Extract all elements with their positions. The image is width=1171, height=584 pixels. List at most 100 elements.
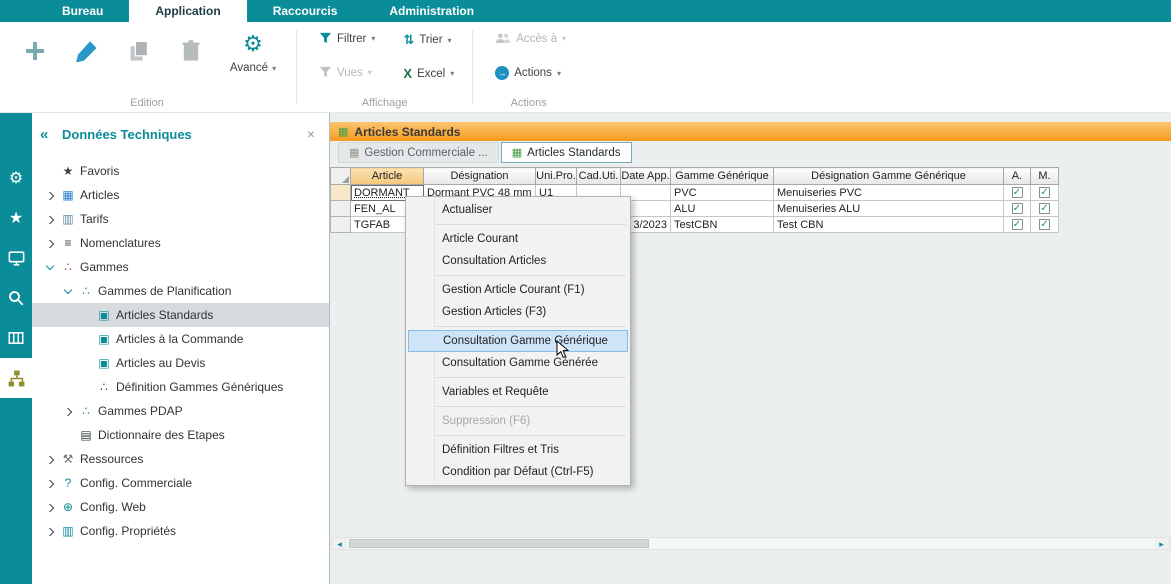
chevron-collapsed-icon[interactable] <box>42 188 58 202</box>
column-header-m-[interactable]: M. <box>1031 168 1059 185</box>
table-cell[interactable]: TestCBN <box>671 217 774 233</box>
nav-item[interactable]: ∴Gammes de Planification <box>32 279 329 303</box>
nav-item[interactable]: ∴Définition Gammes Génériques <box>32 375 329 399</box>
nav-item[interactable]: ≡Nomenclatures <box>32 231 329 255</box>
select-all-corner[interactable] <box>331 168 351 185</box>
checkbox-cell[interactable]: ✓ <box>1031 185 1059 201</box>
context-menu-item[interactable]: Article Courant <box>406 228 630 250</box>
nav-item[interactable]: ▥Tarifs <box>32 207 329 231</box>
column-header-uni-pro-[interactable]: Uni.Pro. <box>536 168 577 185</box>
star-icon: ★ <box>9 208 23 228</box>
nav-item[interactable]: ▣Articles Standards <box>32 303 329 327</box>
row-selector[interactable] <box>331 201 351 217</box>
context-menu-item[interactable]: Consultation Gamme Générée <box>406 352 630 374</box>
menu-tab-administration[interactable]: Administration <box>363 0 500 22</box>
chevron-collapsed-icon[interactable] <box>42 212 58 226</box>
context-menu-item[interactable]: Actualiser <box>406 199 630 221</box>
nav-item-label: Tarifs <box>80 212 109 226</box>
nav-item[interactable]: ∴Gammes <box>32 255 329 279</box>
scroll-right-icon[interactable]: ▸ <box>1154 538 1169 549</box>
table-cell[interactable]: ALU <box>671 201 774 217</box>
chevron-collapsed-icon[interactable] <box>42 236 58 250</box>
checkbox-cell[interactable]: ✓ <box>1031 217 1059 233</box>
scroll-left-icon[interactable]: ◂ <box>332 538 347 549</box>
collapse-panel-icon[interactable]: « <box>40 126 62 143</box>
sidebar-icon-columns[interactable] <box>0 318 32 358</box>
checkbox-icon[interactable]: ✓ <box>1039 219 1050 230</box>
close-panel-icon[interactable]: × <box>307 126 315 142</box>
context-menu-item[interactable]: Condition par Défaut (Ctrl-F5) <box>406 461 630 483</box>
table-cell[interactable]: Menuiseries ALU <box>774 201 1004 217</box>
context-menu-item[interactable]: Consultation Articles <box>406 250 630 272</box>
checkbox-icon[interactable]: ✓ <box>1039 203 1050 214</box>
nav-item[interactable]: ★Favoris <box>32 159 329 183</box>
checkbox-cell[interactable]: ✓ <box>1031 201 1059 217</box>
scrollbar-track[interactable] <box>651 538 1154 549</box>
checkbox-icon[interactable]: ✓ <box>1012 187 1023 198</box>
context-menu-item[interactable]: Gestion Article Courant (F1) <box>406 279 630 301</box>
context-menu-item[interactable]: Variables et Requête <box>406 381 630 403</box>
horizontal-scrollbar[interactable]: ◂ ▸ <box>331 537 1170 550</box>
column-header-gamme-g-n-rique[interactable]: Gamme Générique <box>671 168 774 185</box>
chevron-collapsed-icon[interactable] <box>60 404 76 418</box>
table-cell[interactable]: Test CBN <box>774 217 1004 233</box>
actions-button[interactable]: → Actions ▾ <box>489 66 572 80</box>
table-cell[interactable]: PVC <box>671 185 774 201</box>
menu-tab-bureau[interactable]: Bureau <box>36 0 129 22</box>
column-header-a-[interactable]: A. <box>1004 168 1031 185</box>
nav-item[interactable]: ▣Articles à la Commande <box>32 327 329 351</box>
delete-button <box>170 30 212 72</box>
chevron-expanded-icon[interactable] <box>42 260 58 274</box>
column-header-d-signation-gamme-g-n-rique[interactable]: Désignation Gamme Générique <box>774 168 1004 185</box>
edit-button[interactable] <box>66 30 108 72</box>
context-menu-item[interactable]: Gestion Articles (F3) <box>406 301 630 323</box>
excel-button[interactable]: X Excel ▾ <box>397 66 460 81</box>
column-header-article[interactable]: Article <box>351 168 424 185</box>
sidebar-icon-search[interactable] <box>0 278 32 318</box>
advanced-button[interactable]: ⚙ Avancé ▾ <box>222 30 284 74</box>
menu-tab-application[interactable]: Application <box>129 0 246 22</box>
row-selector[interactable] <box>331 185 351 201</box>
sidebar-icon-settings[interactable]: ⚙ <box>0 158 32 198</box>
doc-tab[interactable]: ▦Articles Standards <box>501 142 632 163</box>
nav-item[interactable]: ▣Articles au Devis <box>32 351 329 375</box>
menubar-tabs: BureauApplicationRaccourcisAdministratio… <box>36 0 500 22</box>
checkbox-icon[interactable]: ✓ <box>1012 219 1023 230</box>
ribbon-group-affichage: Filtrer ▾ ⇅ Trier ▾ Vues ▾ X Excel ▾ <box>299 22 470 112</box>
nav-item[interactable]: ?Config. Commerciale <box>32 471 329 495</box>
sort-button[interactable]: ⇅ Trier ▾ <box>397 32 460 48</box>
add-button[interactable] <box>14 30 56 72</box>
nav-item[interactable]: ▦Articles <box>32 183 329 207</box>
column-header-date-app-[interactable]: Date App. <box>621 168 671 185</box>
sidebar-icon-monitor[interactable] <box>0 238 32 278</box>
checkbox-icon[interactable]: ✓ <box>1039 187 1050 198</box>
chevron-collapsed-icon[interactable] <box>42 452 58 466</box>
nav-item[interactable]: ∴Gammes PDAP <box>32 399 329 423</box>
ribbon-group-actions: Accès à ▾ → Actions ▾ Actions <box>475 22 582 112</box>
sidebar-icon-favorites[interactable]: ★ <box>0 198 32 238</box>
nav-item[interactable]: ▥Config. Propriétés <box>32 519 329 543</box>
chevron-collapsed-icon[interactable] <box>42 500 58 514</box>
sidebar-icon-sitemap[interactable] <box>0 358 32 398</box>
menu-tab-raccourcis[interactable]: Raccourcis <box>247 0 364 22</box>
doc-tab[interactable]: ▦Gestion Commerciale ... <box>338 142 499 163</box>
chevron-expanded-icon[interactable] <box>60 284 76 298</box>
checkbox-cell[interactable]: ✓ <box>1004 217 1031 233</box>
nav-item[interactable]: ⚒Ressources <box>32 447 329 471</box>
table-cell[interactable]: Menuiseries PVC <box>774 185 1004 201</box>
chevron-collapsed-icon[interactable] <box>42 524 58 538</box>
context-menu-item[interactable]: Définition Filtres et Tris <box>406 439 630 461</box>
sitemap-icon <box>7 369 26 388</box>
column-header-cad-uti-[interactable]: Cad.Uti. <box>577 168 621 185</box>
checkbox-cell[interactable]: ✓ <box>1004 185 1031 201</box>
filter-button[interactable]: Filtrer ▾ <box>313 32 381 45</box>
nav-item[interactable]: ▤Dictionnaire des Etapes <box>32 423 329 447</box>
scrollbar-thumb[interactable] <box>349 539 649 548</box>
nav-item[interactable]: ⊕Config. Web <box>32 495 329 519</box>
checkbox-icon[interactable]: ✓ <box>1012 203 1023 214</box>
context-menu-item[interactable]: Consultation Gamme Générique <box>408 330 628 352</box>
chevron-collapsed-icon[interactable] <box>42 476 58 490</box>
row-selector[interactable] <box>331 217 351 233</box>
column-header-d-signation[interactable]: Désignation <box>424 168 536 185</box>
checkbox-cell[interactable]: ✓ <box>1004 201 1031 217</box>
